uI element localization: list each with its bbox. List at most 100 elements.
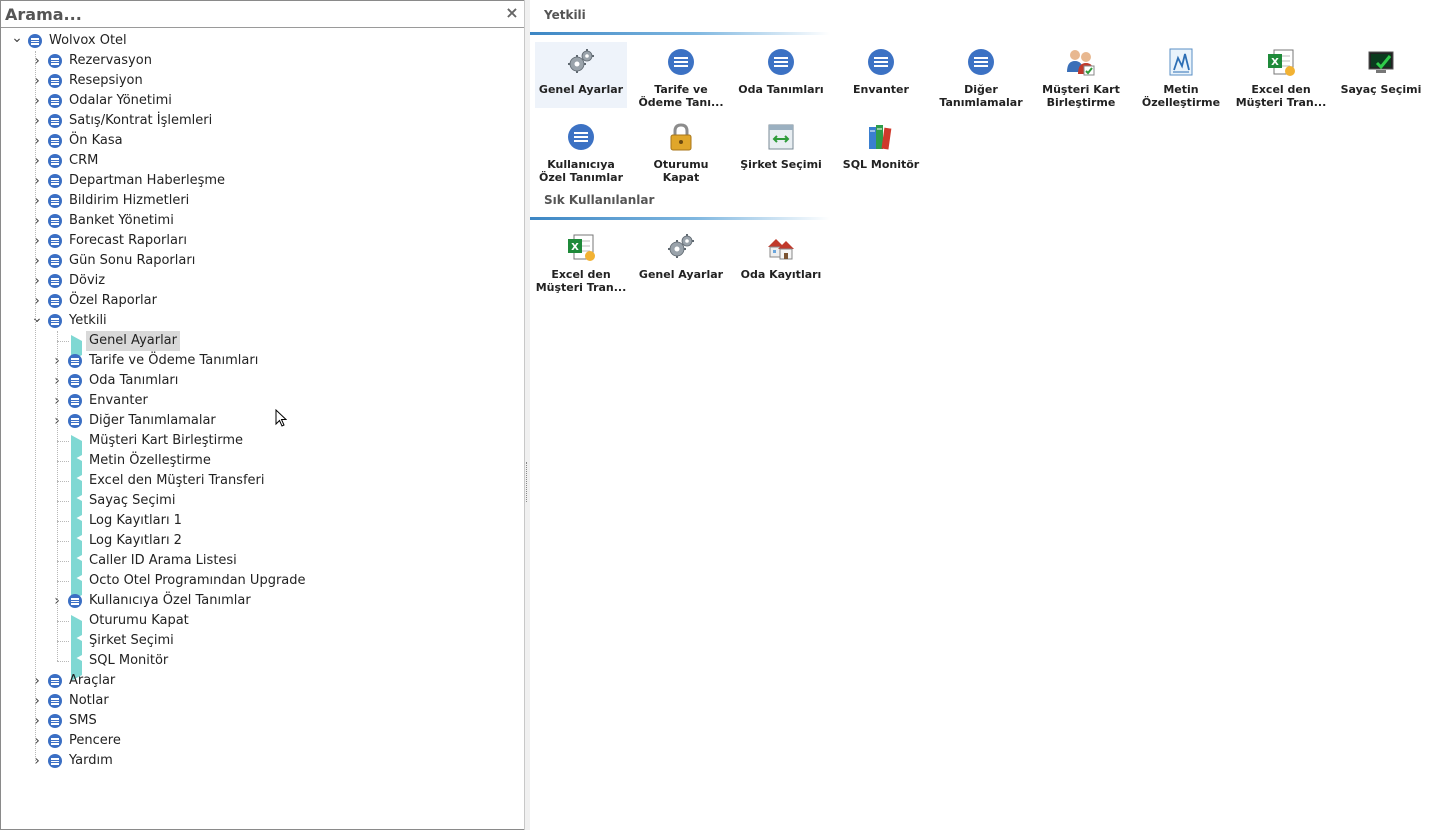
- chevron-right-icon[interactable]: ›: [31, 231, 43, 251]
- shortcut-tile[interactable]: Şirket Seçimi: [735, 117, 827, 183]
- tree-folder[interactable]: › Döviz: [1, 271, 521, 291]
- tree-item[interactable]: Log Kayıtları 2: [1, 531, 521, 561]
- shortcut-tile[interactable]: Sayaç Seçimi: [1335, 42, 1427, 108]
- shortcut-tile[interactable]: Metin Özelleştirme: [1135, 42, 1227, 109]
- tree-folder[interactable]: › Yardım: [1, 751, 521, 771]
- menu-circle-icon: [48, 254, 62, 268]
- menu-circle-icon: [665, 46, 697, 78]
- tree-item[interactable]: Sayaç Seçimi: [1, 491, 521, 521]
- tree-folder[interactable]: › Departman Haberleşme: [1, 171, 521, 191]
- tree-folder[interactable]: › Özel Raporlar: [1, 291, 521, 311]
- shortcut-tile[interactable]: Tarife ve Ödeme Tanı...: [635, 42, 727, 109]
- switch-window-icon: [765, 121, 797, 153]
- search-input[interactable]: [5, 3, 495, 25]
- tree-folder[interactable]: › Envanter: [1, 391, 521, 411]
- chevron-right-icon[interactable]: ›: [31, 131, 43, 151]
- shortcut-tile[interactable]: Müşteri Kart Birleştirme: [1035, 42, 1127, 109]
- chevron-right-icon[interactable]: ›: [31, 51, 43, 71]
- shortcut-tile[interactable]: Genel Ayarlar: [535, 42, 627, 108]
- tree-folder[interactable]: › Banket Yönetimi: [1, 211, 521, 231]
- chevron-right-icon[interactable]: ›: [31, 271, 43, 291]
- tree-item[interactable]: Müşteri Kart Birleştirme: [1, 431, 521, 461]
- chevron-right-icon[interactable]: ›: [31, 711, 43, 731]
- shortcut-tile[interactable]: Kullanıcıya Özel Tanımlar: [535, 117, 627, 184]
- shortcut-tile[interactable]: SQL Monitör: [835, 117, 927, 183]
- tree-connector: [57, 621, 69, 622]
- shortcut-tile[interactable]: Diğer Tanımlamalar: [935, 42, 1027, 109]
- chevron-right-icon[interactable]: ›: [31, 171, 43, 191]
- tree-item-label: Yardım: [69, 753, 113, 768]
- chevron-right-icon[interactable]: ›: [31, 151, 43, 171]
- chevron-down-icon[interactable]: ⌄: [31, 311, 43, 331]
- chevron-down-icon[interactable]: ⌄: [11, 31, 23, 51]
- chevron-right-icon[interactable]: ›: [31, 691, 43, 711]
- tree-folder[interactable]: › Notlar: [1, 691, 521, 711]
- shortcut-tile[interactable]: Oda Tanımları: [735, 42, 827, 108]
- tree-folder[interactable]: › Rezervasyon: [1, 51, 521, 71]
- tree-folder[interactable]: › Oda Tanımları: [1, 371, 521, 391]
- menu-circle-icon: [68, 594, 82, 608]
- chevron-right-icon[interactable]: ›: [31, 751, 43, 771]
- tree-item[interactable]: Excel den Müşteri Transferi: [1, 471, 521, 501]
- menu-circle-icon: [68, 414, 82, 428]
- menu-circle-icon: [48, 714, 62, 728]
- tile-label: Kullanıcıya Özel Tanımlar: [538, 158, 623, 184]
- chevron-right-icon[interactable]: ›: [31, 191, 43, 211]
- clear-search-button[interactable]: ×: [504, 5, 520, 21]
- tree-connector: [57, 581, 69, 582]
- shortcut-tile[interactable]: Oturumu Kapat: [635, 117, 727, 184]
- tree-connector: [35, 51, 36, 761]
- chevron-right-icon[interactable]: ›: [31, 671, 43, 691]
- tree-folder[interactable]: › Resepsiyon: [1, 71, 521, 91]
- tree-folder[interactable]: › Bildirim Hizmetleri: [1, 191, 521, 211]
- chevron-right-icon[interactable]: ›: [31, 251, 43, 271]
- tree-folder[interactable]: › Pencere: [1, 731, 521, 751]
- tree-item-label: Genel Ayarlar: [86, 331, 180, 351]
- shortcut-tile[interactable]: Oda Kayıtları: [735, 227, 827, 293]
- tree-item[interactable]: Şirket Seçimi: [1, 631, 521, 661]
- tree-folder[interactable]: › Satış/Kontrat İşlemleri: [1, 111, 521, 131]
- tree-item[interactable]: Genel Ayarlar: [1, 331, 521, 361]
- chevron-right-icon[interactable]: ›: [31, 71, 43, 91]
- splitter-grip[interactable]: [526, 462, 529, 502]
- chevron-right-icon[interactable]: ›: [31, 111, 43, 131]
- tree-folder[interactable]: › Tarife ve Ödeme Tanımları: [1, 351, 521, 371]
- excel-icon: X: [565, 231, 597, 263]
- tree-folder[interactable]: › Kullanıcıya Özel Tanımlar: [1, 591, 521, 611]
- tree-folder[interactable]: › Forecast Raporları: [1, 231, 521, 251]
- tree-folder[interactable]: › SMS: [1, 711, 521, 731]
- tree-folder[interactable]: › Odalar Yönetimi: [1, 91, 521, 111]
- shortcut-tile[interactable]: X Excel den Müşteri Tran...: [1235, 42, 1327, 109]
- chevron-right-icon[interactable]: ›: [31, 91, 43, 111]
- padlock-icon: [665, 121, 697, 153]
- group-title: Sık Kullanılanlar: [544, 193, 655, 207]
- tree-folder[interactable]: › Ön Kasa: [1, 131, 521, 151]
- tree-item-label: Müşteri Kart Birleştirme: [89, 433, 243, 448]
- tree-item[interactable]: Log Kayıtları 1: [1, 511, 521, 541]
- tree-folder[interactable]: › Araçlar: [1, 671, 521, 691]
- tree-folder[interactable]: › Diğer Tanımlamalar: [1, 411, 521, 431]
- tree-folder[interactable]: › Gün Sonu Raporları: [1, 251, 521, 271]
- tree-item[interactable]: Caller ID Arama Listesi: [1, 551, 521, 581]
- tree-folder[interactable]: › CRM: [1, 151, 521, 171]
- shortcut-tile[interactable]: X Excel den Müşteri Tran...: [535, 227, 627, 294]
- chevron-right-icon[interactable]: ›: [31, 291, 43, 311]
- tree-item[interactable]: SQL Monitör: [1, 651, 521, 681]
- tree-item-label: Pencere: [69, 733, 121, 748]
- shortcut-tile[interactable]: Genel Ayarlar: [635, 227, 727, 293]
- tree-item-label: Rezervasyon: [69, 53, 152, 68]
- tree-folder[interactable]: ⌄ Yetkili: [1, 311, 521, 331]
- tree-connector: [57, 441, 69, 442]
- tree-item[interactable]: Metin Özelleştirme: [1, 451, 521, 481]
- tree-item-label: Resepsiyon: [69, 73, 143, 88]
- menu-circle-icon: [48, 194, 62, 208]
- chevron-right-icon[interactable]: ›: [31, 211, 43, 231]
- tree-item[interactable]: Oturumu Kapat: [1, 611, 521, 641]
- shortcut-tile[interactable]: Envanter: [835, 42, 927, 108]
- tree-item-label: Satış/Kontrat İşlemleri: [69, 113, 213, 128]
- chevron-right-icon[interactable]: ›: [31, 731, 43, 751]
- tree-folder[interactable]: ⌄ Wolvox Otel: [1, 31, 521, 51]
- tree-item-label: Şirket Seçimi: [89, 633, 174, 648]
- tree-item[interactable]: Octo Otel Programından Upgrade: [1, 571, 521, 601]
- menu-circle-icon: [68, 354, 82, 368]
